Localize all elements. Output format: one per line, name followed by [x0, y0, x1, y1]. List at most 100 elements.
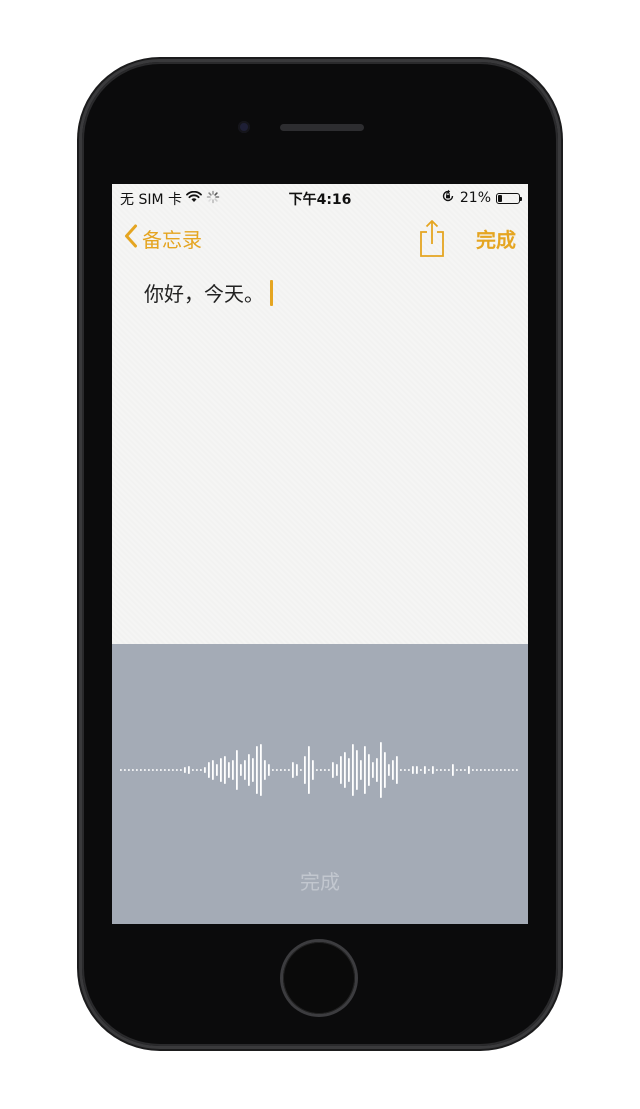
dictation-done-button[interactable]: 完成 — [112, 866, 528, 895]
waveform-bar — [244, 760, 246, 780]
note-editor[interactable]: 你好，今天。 — [144, 278, 273, 307]
waveform-bar — [504, 769, 506, 771]
done-button[interactable]: 完成 — [476, 224, 516, 253]
waveform-bar — [284, 769, 286, 771]
share-button[interactable] — [417, 218, 447, 258]
waveform-bar — [508, 769, 510, 771]
waveform-bar — [300, 769, 302, 771]
waveform-bar — [332, 762, 334, 778]
waveform-bar — [268, 764, 270, 776]
waveform-bar — [168, 769, 170, 771]
waveform-bar — [276, 769, 278, 771]
waveform-bar — [316, 769, 318, 771]
waveform-bar — [400, 769, 402, 771]
waveform-bar — [184, 767, 186, 773]
waveform-bar — [252, 758, 254, 782]
waveform-bar — [372, 762, 374, 778]
waveform-bar — [428, 769, 430, 771]
waveform-bar — [512, 769, 514, 771]
waveform-bar — [500, 769, 502, 771]
waveform-bar — [124, 769, 126, 771]
waveform-bar — [224, 756, 226, 784]
waveform-bar — [392, 760, 394, 780]
waveform-bar — [200, 769, 202, 771]
waveform-bar — [452, 764, 454, 776]
waveform-bar — [420, 769, 422, 771]
waveform-bar — [188, 766, 190, 774]
waveform-bar — [440, 769, 442, 771]
status-right: 21% — [441, 189, 522, 207]
waveform-bar — [384, 752, 386, 788]
waveform-bar — [472, 769, 474, 771]
waveform-bar — [272, 769, 274, 771]
waveform-bar — [348, 758, 350, 782]
waveform-bar — [212, 760, 214, 780]
waveform-bar — [228, 762, 230, 778]
battery-percent: 21% — [459, 190, 491, 206]
waveform-bar — [220, 758, 222, 782]
home-button[interactable] — [283, 942, 355, 1014]
waveform-bar — [280, 769, 282, 771]
waveform-bar — [204, 767, 206, 773]
waveform-bar — [404, 769, 406, 771]
waveform-bar — [156, 769, 158, 771]
waveform-bar — [460, 769, 462, 771]
waveform-bar — [308, 746, 310, 794]
waveform-bar — [180, 769, 182, 771]
battery-icon — [496, 192, 522, 204]
earpiece-speaker — [280, 124, 364, 131]
waveform-bar — [368, 754, 370, 786]
waveform-bar — [232, 760, 234, 780]
waveform-bar — [208, 762, 210, 778]
waveform-bar — [328, 769, 330, 771]
waveform-bar — [436, 769, 438, 771]
waveform-bar — [120, 769, 122, 771]
waveform-bar — [164, 769, 166, 771]
waveform-bar — [296, 764, 298, 776]
waveform-bar — [484, 769, 486, 771]
waveform-bar — [304, 756, 306, 784]
waveform-bar — [248, 754, 250, 786]
waveform-bar — [516, 769, 518, 771]
waveform-bar — [260, 744, 262, 796]
waveform-bar — [288, 769, 290, 771]
waveform-bar — [172, 769, 174, 771]
waveform-bar — [476, 769, 478, 771]
note-text: 你好，今天。 — [144, 282, 264, 306]
waveform-bar — [292, 762, 294, 778]
waveform-bar — [416, 766, 418, 774]
waveform-bar — [468, 766, 470, 774]
back-label: 备忘录 — [142, 228, 202, 252]
waveform-bar — [148, 769, 150, 771]
waveform-bar — [364, 746, 366, 794]
waveform-bar — [492, 769, 494, 771]
waveform-bar — [376, 758, 378, 782]
waveform-bar — [480, 769, 482, 771]
waveform-bar — [444, 769, 446, 771]
back-button[interactable]: 备忘录 — [124, 224, 202, 253]
chevron-left-icon — [124, 224, 138, 253]
waveform-bar — [264, 760, 266, 780]
waveform-bar — [352, 744, 354, 796]
waveform-bar — [496, 769, 498, 771]
front-camera — [238, 121, 250, 133]
waveform-bar — [448, 769, 450, 771]
waveform-bar — [160, 769, 162, 771]
waveform-bar — [380, 742, 382, 798]
share-icon — [417, 220, 447, 262]
orientation-lock-icon — [441, 189, 455, 207]
waveform-bar — [236, 750, 238, 790]
waveform-bar — [412, 766, 414, 774]
nav-bar: 备忘录 完成 — [112, 216, 528, 262]
waveform-bar — [360, 760, 362, 780]
waveform-bar — [432, 766, 434, 774]
waveform-bar — [488, 769, 490, 771]
waveform-bar — [356, 750, 358, 790]
waveform-bar — [128, 769, 130, 771]
waveform-bar — [336, 764, 338, 776]
waveform-bar — [312, 760, 314, 780]
battery-level — [498, 194, 502, 202]
status-bar: 无 SIM 卡 下午4:16 21% — [112, 184, 528, 212]
waveform-bar — [320, 769, 322, 771]
waveform-bar — [216, 764, 218, 776]
